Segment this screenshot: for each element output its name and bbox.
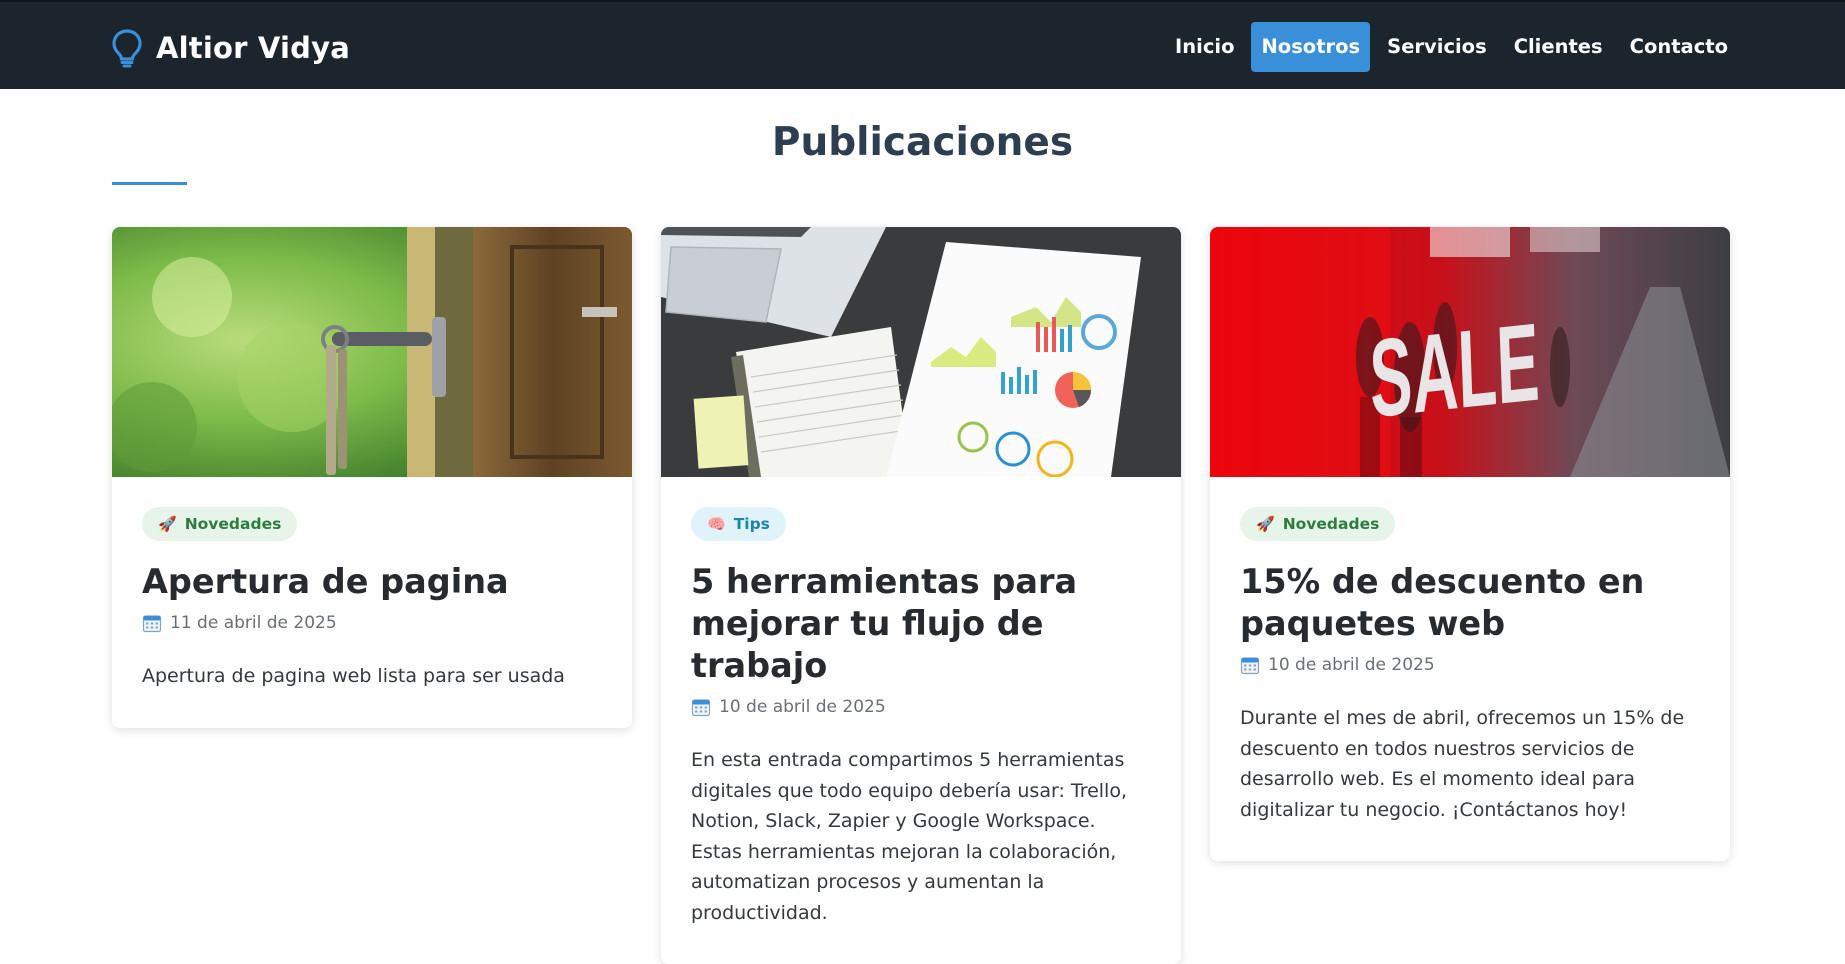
post-excerpt: En esta entrada compartimos 5 herramient… bbox=[691, 749, 1127, 924]
post-date: 10 de abril de 2025 bbox=[691, 697, 1151, 717]
main-nav: Inicio Nosotros Servicios Clientes Conta… bbox=[1158, 22, 1738, 72]
rocket-icon: 🚀 bbox=[158, 514, 177, 533]
calendar-icon bbox=[691, 699, 711, 717]
sale-photo-text: SALE bbox=[1368, 300, 1541, 441]
page-title: Publicaciones bbox=[771, 120, 1074, 165]
door-key-photo bbox=[112, 227, 632, 477]
brand-logo-link[interactable]: Altior Vidya bbox=[110, 26, 350, 70]
category-badge[interactable]: 🧠 Tips bbox=[691, 507, 786, 541]
laptop-charts-photo bbox=[661, 227, 1181, 477]
category-label: Tips bbox=[733, 515, 770, 533]
post-title[interactable]: Apertura de pagina bbox=[142, 561, 602, 603]
post-date-text: 10 de abril de 2025 bbox=[719, 697, 886, 717]
nav-link-clientes[interactable]: Clientes bbox=[1504, 22, 1613, 72]
post-card[interactable]: 🧠 Tips 5 herramientas para mejorar tu fl… bbox=[661, 227, 1181, 964]
brain-icon: 🧠 bbox=[707, 514, 726, 533]
post-date-text: 11 de abril de 2025 bbox=[170, 613, 337, 633]
nav-link-servicios[interactable]: Servicios bbox=[1377, 22, 1497, 72]
post-excerpt: Durante el mes de abril, ofrecemos un 15… bbox=[1240, 707, 1685, 821]
post-date-text: 10 de abril de 2025 bbox=[1268, 655, 1435, 675]
post-title[interactable]: 15% de descuento en paquetes web bbox=[1240, 561, 1700, 645]
post-date: 11 de abril de 2025 bbox=[142, 613, 602, 633]
sale-window-photo: SALE bbox=[1210, 227, 1730, 477]
nav-link-inicio[interactable]: Inicio bbox=[1165, 22, 1244, 72]
brand-name: Altior Vidya bbox=[156, 31, 351, 65]
post-excerpt: Apertura de pagina web lista para ser us… bbox=[142, 665, 565, 687]
category-label: Novedades bbox=[1282, 515, 1380, 533]
category-label: Novedades bbox=[184, 515, 282, 533]
nav-link-nosotros[interactable]: Nosotros bbox=[1251, 22, 1371, 72]
rocket-icon: 🚀 bbox=[1256, 514, 1275, 533]
calendar-icon bbox=[1240, 657, 1260, 675]
title-underline bbox=[112, 182, 187, 185]
calendar-icon bbox=[142, 615, 162, 633]
lightbulb-icon bbox=[112, 29, 142, 68]
post-title[interactable]: 5 herramientas para mejorar tu flujo de … bbox=[691, 561, 1151, 687]
nav-link-contacto[interactable]: Contacto bbox=[1620, 22, 1738, 72]
category-badge[interactable]: 🚀 Novedades bbox=[142, 507, 298, 541]
post-date: 10 de abril de 2025 bbox=[1240, 655, 1700, 675]
post-card[interactable]: SALE 🚀 Novedades 15% de descuento en paq… bbox=[1210, 227, 1730, 861]
post-card[interactable]: 🚀 Novedades Apertura de pagina 11 de abr… bbox=[112, 227, 632, 728]
navbar: Altior Vidya Inicio Nosotros Servicios C… bbox=[0, 0, 1845, 89]
category-badge[interactable]: 🚀 Novedades bbox=[1240, 507, 1396, 541]
